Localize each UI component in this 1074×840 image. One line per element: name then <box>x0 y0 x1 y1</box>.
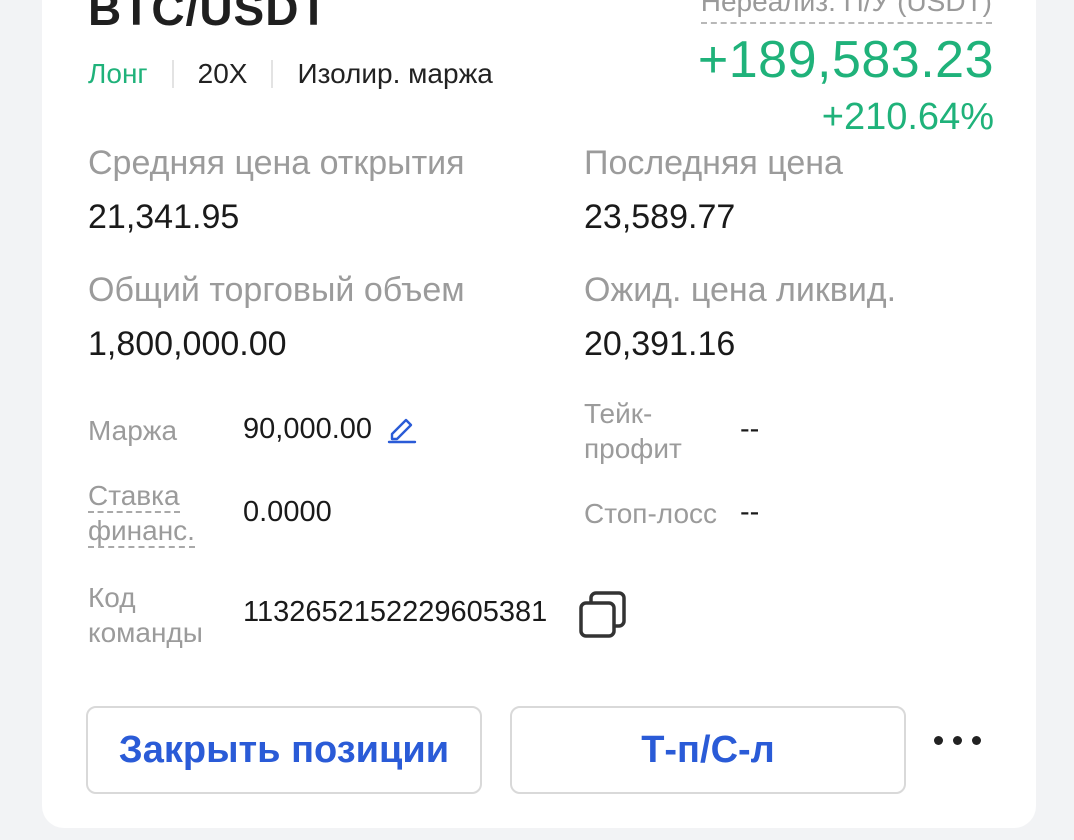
order-id-value: 1132652152229605381 <box>243 596 548 628</box>
position-symbol: BTC/USDT <box>88 0 329 35</box>
close-position-button[interactable]: Закрыть позиции <box>86 706 482 794</box>
funding-rate-label[interactable]: Ставка финанс. <box>88 478 208 548</box>
dot <box>934 736 943 745</box>
stop-loss-value: -- <box>740 496 760 528</box>
unrealized-pnl-value: +189,583.23 <box>697 31 994 89</box>
margin-value: 90,000.00 <box>243 413 373 445</box>
last-price-value: 23,589.77 <box>584 198 736 236</box>
stop-loss-label: Стоп-лосс <box>584 498 718 529</box>
pencil-icon[interactable] <box>386 412 418 444</box>
funding-rate-label-text: Ставка финанс. <box>88 480 195 548</box>
divider <box>171 60 174 88</box>
est-liquidation-price-value: 20,391.16 <box>584 325 736 363</box>
funding-rate-value: 0.0000 <box>243 496 332 528</box>
unrealized-pnl-percent: +210.64% <box>821 96 994 138</box>
last-price-label: Последняя цена <box>584 144 843 182</box>
unrealized-pnl-label[interactable]: Нереализ. П/У (USDT) <box>700 0 992 24</box>
total-volume-label: Общий торговый объем <box>88 271 465 309</box>
order-id-label: Код команды <box>88 582 203 648</box>
margin-label: Маржа <box>88 415 178 446</box>
avg-open-price-label: Средняя цена открытия <box>88 144 465 182</box>
dot <box>972 736 981 745</box>
copy-icon[interactable] <box>578 590 628 640</box>
more-dots-icon[interactable] <box>934 736 981 745</box>
take-profit-value: -- <box>740 413 760 445</box>
leverage-badge: 20X <box>197 58 248 89</box>
est-liquidation-price-label: Ожид. цена ликвид. <box>584 271 897 309</box>
side-badge: Лонг <box>88 58 148 89</box>
margin-mode-badge: Изолир. маржа <box>297 58 493 89</box>
divider <box>271 60 274 88</box>
take-profit-label: Тейк-профит <box>584 398 682 464</box>
total-volume-value: 1,800,000.00 <box>88 325 287 363</box>
dot <box>953 736 962 745</box>
avg-open-price-value: 21,341.95 <box>88 198 240 236</box>
position-tags: Лонг 20X Изолир. маржа <box>88 56 493 92</box>
tp-sl-button[interactable]: Т-п/С-л <box>510 706 906 794</box>
